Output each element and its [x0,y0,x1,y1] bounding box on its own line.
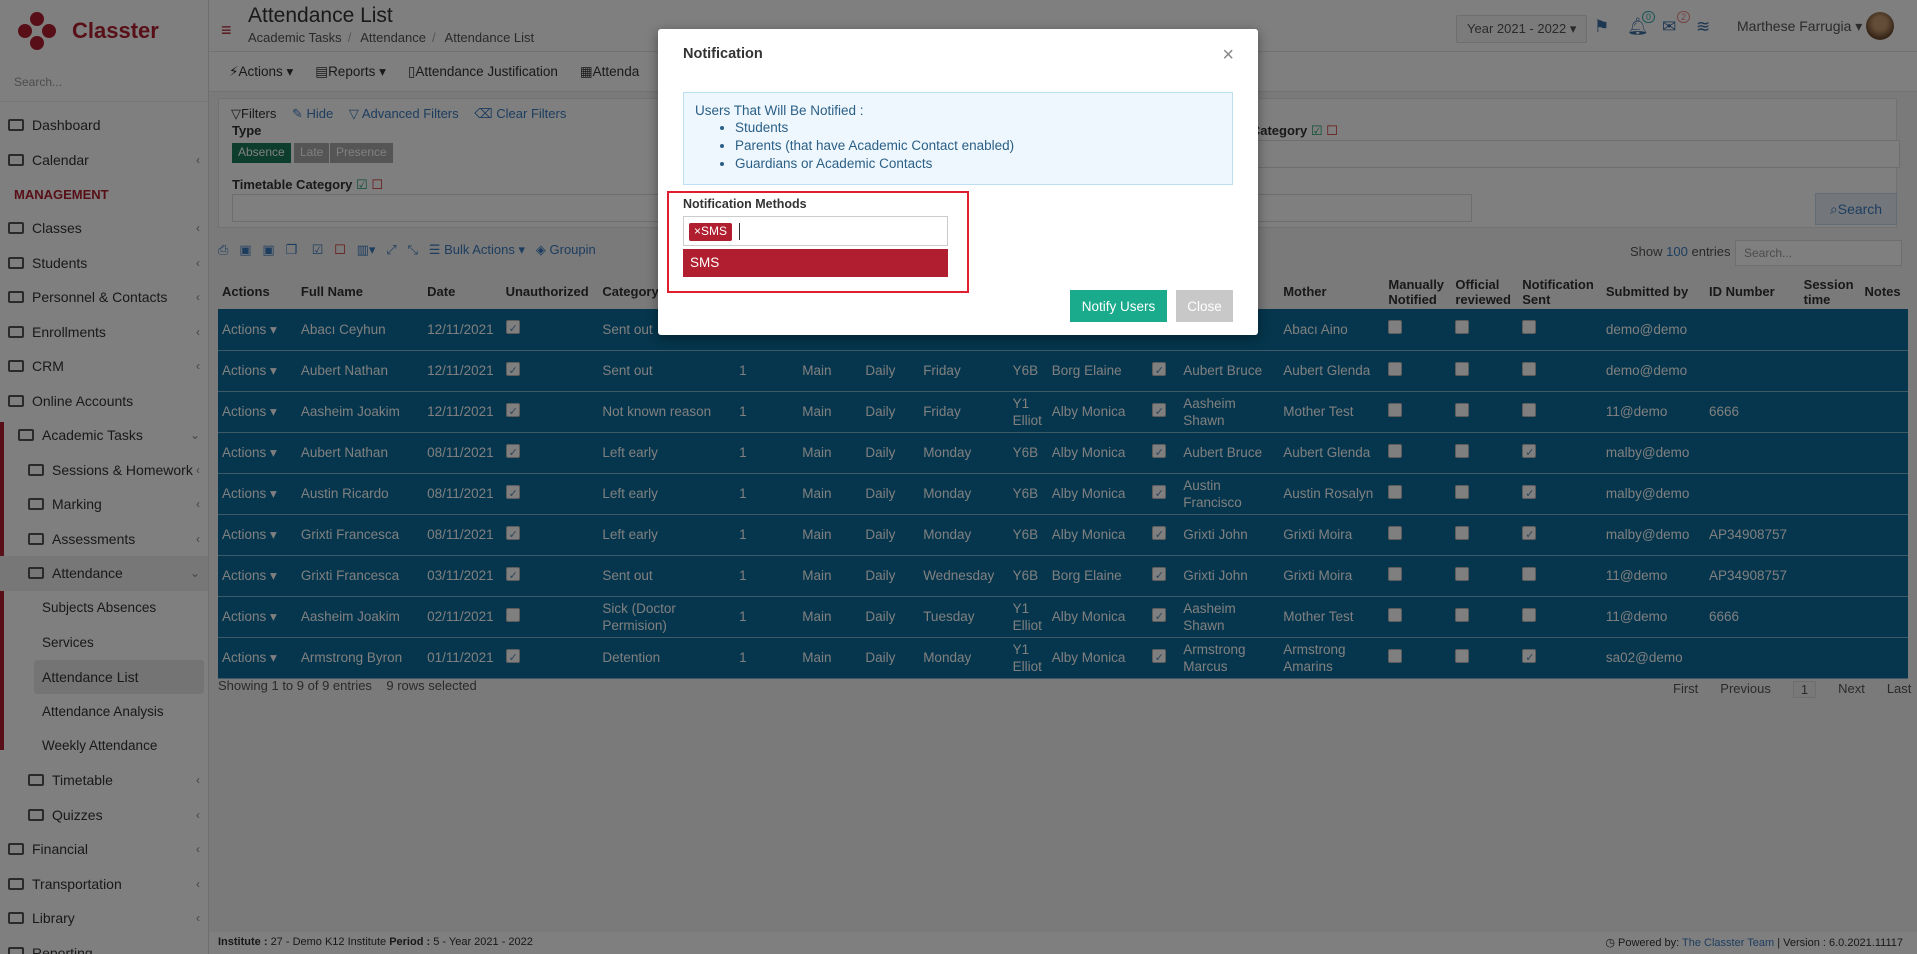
list-item: Guardians or Academic Contacts [735,155,1221,173]
list-item: Parents (that have Academic Contact enab… [735,137,1221,155]
notify-users-button[interactable]: Notify Users [1070,290,1167,322]
close-button[interactable]: Close [1176,290,1233,322]
list-item: Students [735,119,1221,137]
notification-modal: Notification × Users That Will Be Notifi… [658,29,1258,335]
notification-methods-input[interactable]: ×SMS [683,216,948,246]
modal-title: Notification [683,46,763,62]
close-icon[interactable]: × [1222,45,1234,65]
selected-tag-sms[interactable]: ×SMS [689,223,733,241]
dropdown-option-sms[interactable]: SMS [683,249,948,277]
info-title: Users That Will Be Notified : [695,103,864,118]
notification-methods-label: Notification Methods [683,197,807,211]
notified-users-list: Students Parents (that have Academic Con… [735,119,1221,173]
text-caret [739,223,740,240]
notified-users-info: Users That Will Be Notified : Students P… [683,92,1233,185]
remove-tag-icon[interactable]: × [694,224,701,238]
